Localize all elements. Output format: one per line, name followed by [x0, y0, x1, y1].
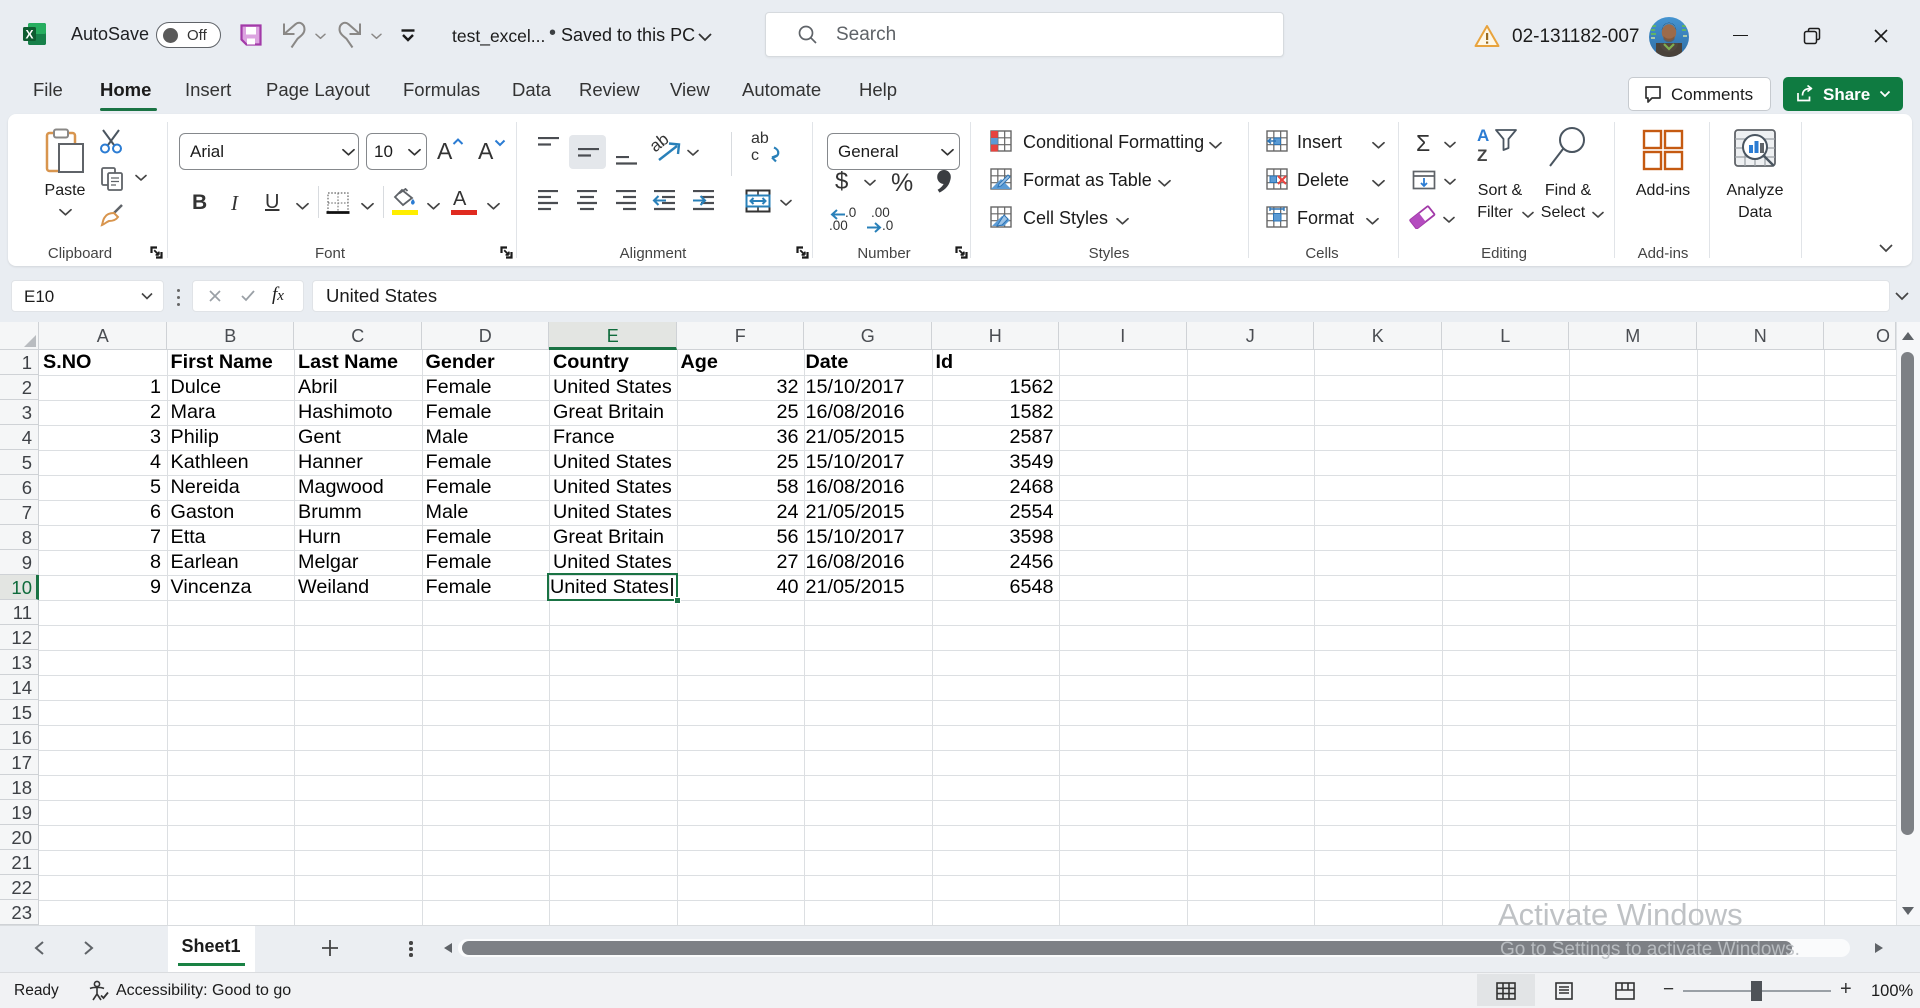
svg-text:X: X: [25, 28, 33, 42]
